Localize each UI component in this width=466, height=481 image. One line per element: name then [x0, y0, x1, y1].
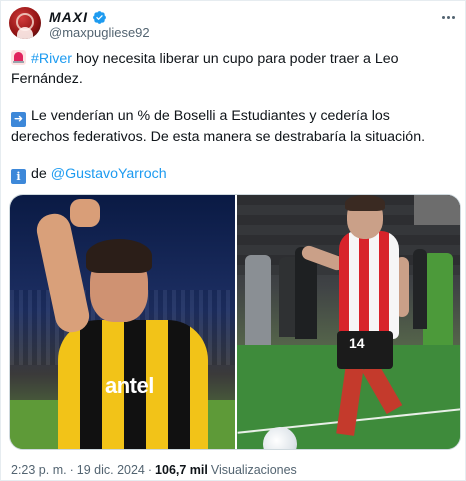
- more-dot: [451, 15, 455, 19]
- views-label: Visualizaciones: [210, 463, 297, 477]
- display-name[interactable]: MAXI: [49, 9, 88, 25]
- player-hair: [86, 239, 152, 273]
- footer-separator: ·: [147, 463, 153, 477]
- footer-separator: ·: [69, 463, 74, 477]
- author-handle[interactable]: @maxpugliese92: [49, 25, 150, 40]
- avatar[interactable]: [9, 7, 41, 39]
- shirt-number: 14: [349, 335, 365, 351]
- tweet-footer: 2:23 p. m. · 19 dic. 2024 · 106,7 mil Vi…: [11, 463, 297, 477]
- tweet-paragraph-2: ➜ Le venderían un % de Boselli a Estudian…: [11, 106, 451, 147]
- paragraph-2-text: Le venderían un % de Boselli a Estudiant…: [11, 108, 426, 145]
- bench-person: [245, 255, 271, 345]
- bench-person: [423, 253, 453, 345]
- mention-link[interactable]: @GustavoYarroch: [51, 166, 167, 182]
- player-hair: [345, 195, 385, 211]
- player-shirt: [339, 231, 399, 339]
- name-row: MAXI: [49, 9, 107, 25]
- hashtag-link[interactable]: #River: [31, 51, 72, 67]
- tweet-card: MAXI @maxpugliese92 #River hoy necesita …: [0, 0, 466, 481]
- tweet-time[interactable]: 2:23 p. m.: [11, 463, 67, 477]
- shirt-sponsor: antel: [105, 373, 154, 398]
- information-icon: i: [11, 169, 26, 184]
- right-arrow-icon: ➜: [11, 112, 26, 127]
- player-fist: [70, 199, 100, 227]
- more-dot: [441, 15, 445, 19]
- source-prefix: de: [31, 166, 51, 182]
- advertising-board: [414, 195, 460, 225]
- tweet-date[interactable]: 19 dic. 2024: [77, 463, 145, 477]
- more-options-icon[interactable]: [437, 9, 459, 25]
- more-dot: [446, 15, 450, 19]
- player-shorts: [337, 331, 393, 369]
- media-image-right[interactable]: 14: [237, 195, 460, 449]
- media-grid: antel 14: [9, 194, 461, 450]
- avatar-figure: [17, 27, 33, 39]
- tweet-paragraph-1: #River hoy necesita liberar un cupo para…: [11, 49, 451, 89]
- media-image-left[interactable]: antel: [10, 195, 235, 449]
- bench-person: [413, 249, 427, 329]
- views-count: 106,7 mil: [155, 463, 208, 477]
- tweet-paragraph-3: i de @GustavoYarroch: [11, 164, 451, 184]
- siren-icon: [11, 50, 26, 65]
- tweet-header: MAXI @maxpugliese92: [9, 7, 459, 41]
- verified-badge-icon: [93, 10, 106, 24]
